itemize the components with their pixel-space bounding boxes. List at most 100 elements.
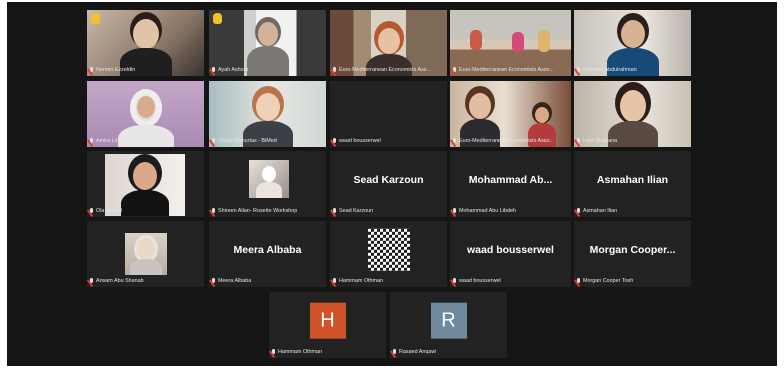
microphone-muted-icon [211, 207, 216, 215]
participant-figure [246, 46, 289, 76]
participant-figure [130, 259, 162, 275]
microphone-muted-icon [576, 207, 581, 215]
microphone-muted-icon [452, 277, 457, 285]
participant-initial-avatar: R [430, 302, 467, 339]
participant-name-tag: Nermin Ezzeldin [89, 65, 135, 75]
participant-tile[interactable]: Sabreen Abdulrahman [574, 10, 691, 76]
participant-name-tag: Morgan Cooper Tosh [576, 276, 633, 286]
participant-figure [117, 125, 174, 147]
microphone-muted-icon [89, 207, 94, 215]
participant-name-tag: Giulia Demurtas - BiMed [211, 136, 277, 146]
microphone-muted-icon [452, 207, 457, 215]
participant-video [249, 160, 289, 198]
participant-name-tag: Hammam Othman [271, 347, 322, 357]
participant-figure [619, 90, 646, 122]
participant-tile[interactable]: Ansam Abu Shanab [87, 221, 204, 287]
microphone-muted-icon [332, 137, 337, 145]
video-gallery: Nermin Ezzeldin Ayah Ashour Euro-Mediter… [7, 2, 777, 366]
participant-name-tag: Ayah Ashour [211, 65, 248, 75]
participant-name-tag: Euro-Mediterranean Economists Asso... [452, 136, 554, 146]
microphone-muted-icon [89, 277, 94, 285]
raised-hand-icon [213, 13, 222, 24]
microphone-muted-icon [211, 277, 216, 285]
participant-name-tag: Ola Gamal [89, 206, 122, 216]
participant-name-tag: Meera Albaba [211, 276, 251, 286]
participant-display-name: Morgan Cooper... [589, 244, 676, 256]
participant-figure [620, 20, 645, 48]
participant-tile[interactable]: Shireen Allan- Rosette Workshop [209, 151, 326, 217]
participant-tile[interactable]: Hammam Othman [330, 221, 447, 287]
participant-tile[interactable]: Morgan Cooper... Morgan Cooper Tosh [574, 221, 691, 287]
participant-name-tag: Sabreen Abdulrahman [576, 65, 637, 75]
participant-initial-avatar: H [309, 302, 346, 339]
participant-name-tag: waad bousserwel [452, 276, 501, 286]
participant-tile[interactable]: Giulia Demurtas - BiMed [209, 81, 326, 147]
participant-tile[interactable]: Mohammad Ab... Mohammad Abu Libdeh [450, 151, 571, 217]
participant-tile[interactable]: Sead Karzoun Sead Karzoun [330, 151, 447, 217]
participant-tile-active-speaker[interactable]: Euro-Mediterranean Economists Asso... [450, 10, 571, 76]
participant-figure [257, 22, 278, 46]
microphone-muted-icon [332, 277, 337, 285]
raised-hand-icon [91, 13, 100, 24]
participant-tile[interactable]: Ola Gamal [87, 151, 204, 217]
microphone-muted-icon [271, 348, 276, 356]
microphone-muted-icon [332, 66, 337, 74]
participant-name-tag: Ansam Abu Shanab [89, 276, 144, 286]
participant-name-tag: Rasaed Anqawi [392, 347, 436, 357]
participant-name-tag: Euro-Mediterranean Economists Asso... [452, 65, 554, 75]
participant-name-tag: Shireen Allan- Rosette Workshop [211, 206, 297, 216]
participant-display-name: Asmahan Ilian [596, 174, 669, 186]
participant-tile[interactable]: waad bousserwel [330, 81, 447, 147]
microphone-muted-icon [576, 277, 581, 285]
participant-tile[interactable]: Nermin Ezzeldin [87, 10, 204, 76]
microphone-muted-icon [576, 66, 581, 74]
participant-profile-pattern [367, 228, 410, 271]
participant-tile[interactable]: R Rasaed Anqawi [390, 292, 507, 358]
participant-name-tag: Amira Lin [89, 136, 119, 146]
microphone-muted-icon [332, 207, 337, 215]
participant-figure [512, 32, 524, 52]
participant-video [125, 233, 167, 275]
microphone-muted-icon [576, 137, 581, 145]
participant-tile[interactable]: Hala Shabana [574, 81, 691, 147]
participant-figure [262, 166, 276, 182]
participant-name-tag: Hammam Othman [332, 276, 383, 286]
participant-figure [133, 162, 157, 190]
participant-display-name: Sead Karzoun [353, 174, 424, 186]
participant-name-tag: Mohammad Abu Libdeh [452, 206, 516, 216]
participant-figure [255, 93, 280, 121]
participant-tile[interactable]: H Hammam Othman [269, 292, 386, 358]
participant-name-tag: Sead Karzoun [332, 206, 373, 216]
participant-figure [377, 28, 400, 54]
microphone-muted-icon [452, 137, 457, 145]
participant-figure [136, 96, 155, 118]
participant-name-tag: Euro-Mediterranean Economists Ass... [332, 65, 431, 75]
participant-tile[interactable]: Asmahan Ilian Asmahan Ilian [574, 151, 691, 217]
participant-figure [256, 182, 282, 198]
participant-tile[interactable]: Meera Albaba Meera Albaba [209, 221, 326, 287]
participant-figure [132, 19, 159, 49]
participant-figure [469, 93, 491, 119]
participant-name-tag: waad bousserwel [332, 136, 381, 146]
participant-figure [538, 30, 550, 52]
participant-tile[interactable]: Amira Lin [87, 81, 204, 147]
participant-display-name: Meera Albaba [233, 244, 302, 256]
participant-display-name: Mohammad Ab... [468, 174, 553, 186]
participant-figure [137, 238, 155, 260]
participant-tile[interactable]: waad bousserwel waad bousserwel [450, 221, 571, 287]
microphone-muted-icon [89, 137, 94, 145]
participant-tile[interactable]: Ayah Ashour [209, 10, 326, 76]
microphone-muted-icon [392, 348, 397, 356]
participant-figure [121, 190, 169, 216]
participant-name-tag: Asmahan Ilian [576, 206, 617, 216]
microphone-muted-icon [452, 66, 457, 74]
microphone-muted-icon [211, 137, 216, 145]
participant-display-name: waad bousserwel [467, 244, 554, 256]
participant-tile[interactable]: Euro-Mediterranean Economists Asso... [450, 81, 571, 147]
participant-figure [535, 107, 549, 123]
participant-figure [470, 30, 482, 50]
participant-tile[interactable]: Euro-Mediterranean Economists Ass... [330, 10, 447, 76]
participant-name-tag: Hala Shabana [576, 136, 617, 146]
microphone-muted-icon [211, 66, 216, 74]
microphone-muted-icon [89, 66, 94, 74]
